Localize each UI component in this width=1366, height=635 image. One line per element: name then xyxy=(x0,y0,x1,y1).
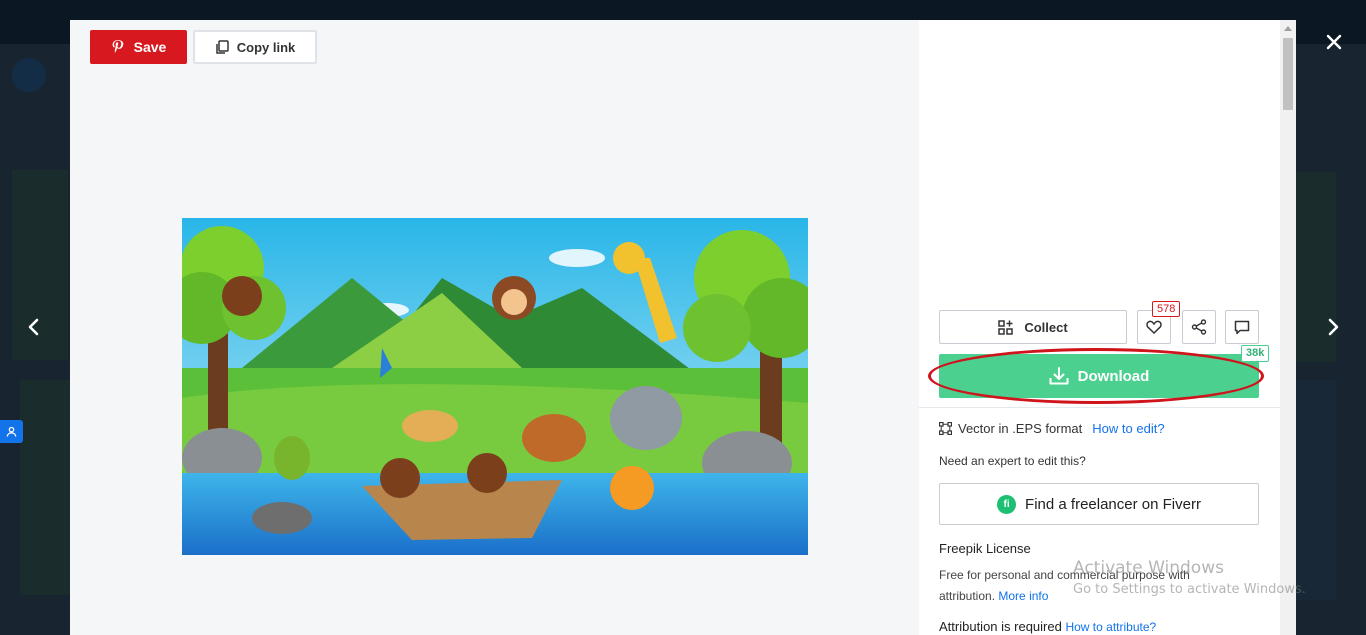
action-row: Collect 578 xyxy=(939,301,1259,344)
heart-icon xyxy=(1146,320,1162,334)
more-info-link[interactable]: More info xyxy=(998,589,1048,603)
copy-icon xyxy=(215,39,229,54)
collection-add-icon xyxy=(998,319,1014,335)
fiverr-label: Find a freelancer on Fiverr xyxy=(1025,495,1201,513)
download-count-badge: 38k xyxy=(1241,345,1270,362)
fiverr-button[interactable]: fi Find a freelancer on Fiverr xyxy=(939,483,1259,525)
sidebar-divider xyxy=(919,407,1280,408)
fiverr-icon: fi xyxy=(997,494,1017,514)
copy-link-button[interactable]: Copy link xyxy=(193,30,317,64)
how-to-attribute-link[interactable]: How to attribute? xyxy=(1065,620,1156,634)
resource-detail-modal: Save Copy link Collect 578 Download 38k … xyxy=(70,20,1296,635)
collect-label: Collect xyxy=(1024,319,1068,335)
license-description: Free for personal and commercial purpose… xyxy=(939,565,1229,607)
close-icon[interactable] xyxy=(1320,28,1348,56)
collect-button[interactable]: Collect xyxy=(939,310,1127,344)
how-to-edit-link[interactable]: How to edit? xyxy=(1092,421,1164,436)
chevron-left-icon[interactable] xyxy=(18,312,48,342)
attribution-info: Attribution is required How to attribute… xyxy=(939,619,1156,634)
download-label: Download xyxy=(1077,367,1150,385)
download-button[interactable]: Download xyxy=(939,354,1259,398)
save-label: Save xyxy=(133,39,167,55)
copy-link-label: Copy link xyxy=(236,39,296,55)
pinterest-icon xyxy=(112,40,123,53)
preview-image[interactable] xyxy=(182,218,808,555)
attribution-text: Attribution is required xyxy=(939,619,1062,634)
pinterest-save-button[interactable]: Save xyxy=(90,30,187,64)
format-text: Vector in .EPS format xyxy=(958,421,1083,436)
vector-format-icon xyxy=(939,422,952,435)
share-icon xyxy=(1191,319,1207,335)
user-icon[interactable] xyxy=(0,420,23,443)
sidebar-scrollbar[interactable] xyxy=(1280,20,1296,635)
scroll-thumb[interactable] xyxy=(1283,38,1293,110)
like-count-badge: 578 xyxy=(1152,301,1181,317)
format-info: Vector in .EPS format How to edit? xyxy=(939,421,1165,436)
chevron-right-icon[interactable] xyxy=(1319,312,1349,342)
comment-icon xyxy=(1234,320,1250,334)
share-button[interactable] xyxy=(1182,310,1216,344)
license-title: Freepik License xyxy=(939,541,1031,556)
preview-pane: Save Copy link xyxy=(70,20,919,635)
expert-question: Need an expert to edit this? xyxy=(939,454,1086,468)
resource-sidebar: Collect 578 Download 38k Vector in .EPS … xyxy=(919,20,1280,635)
scroll-up-arrow[interactable] xyxy=(1284,26,1292,31)
download-icon xyxy=(1049,367,1069,385)
license-text: Free for personal and commercial purpose… xyxy=(939,568,1190,603)
comment-button[interactable] xyxy=(1225,310,1259,344)
